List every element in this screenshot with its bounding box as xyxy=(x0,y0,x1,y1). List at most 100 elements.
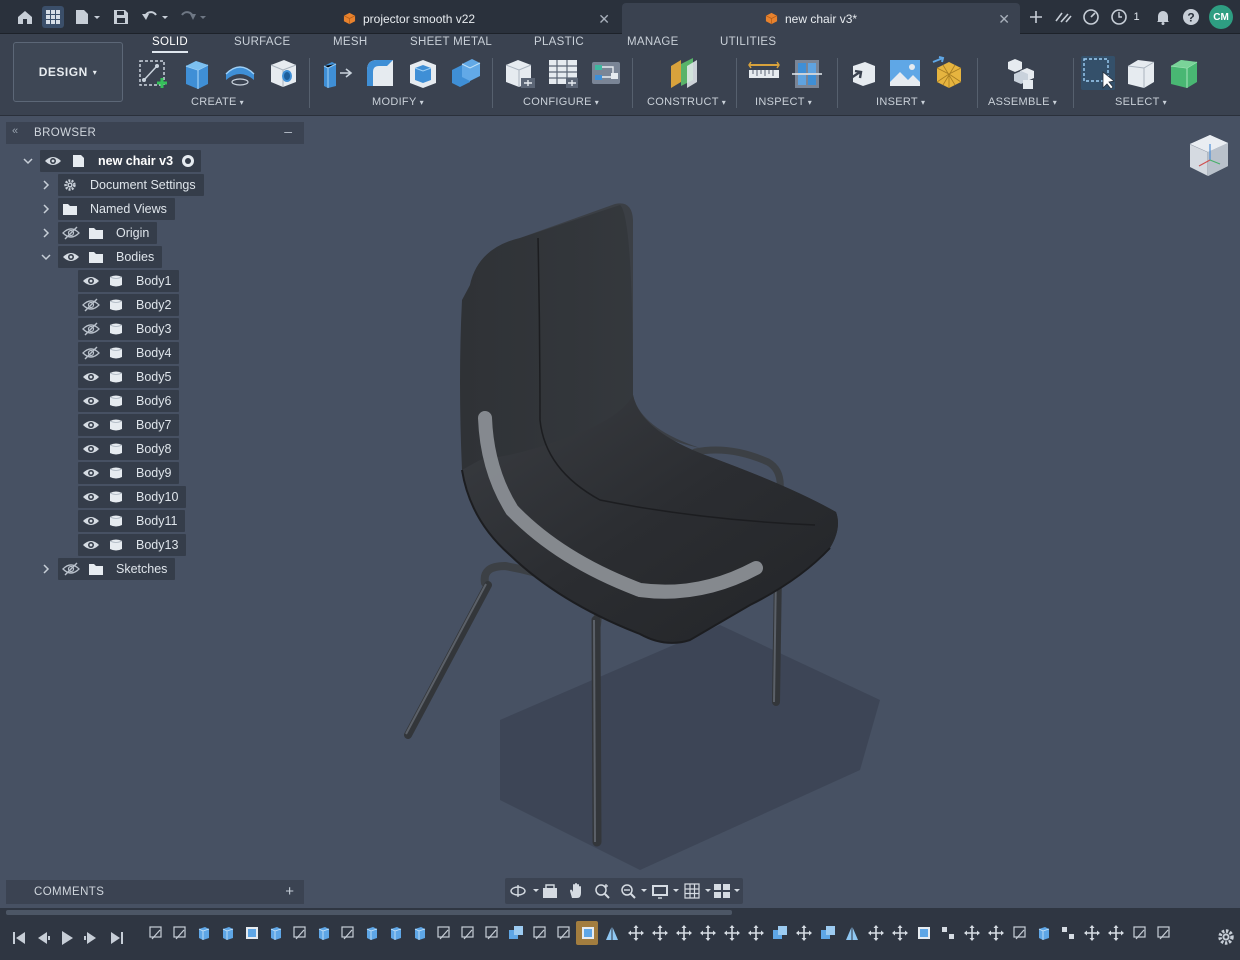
chevron-right-icon[interactable] xyxy=(40,227,52,239)
timeline-plane-icon[interactable] xyxy=(844,925,860,941)
document-settings-node[interactable]: Document Settings xyxy=(58,174,204,196)
home-icon[interactable] xyxy=(14,6,36,28)
tree-origin[interactable]: Origin xyxy=(38,222,238,244)
close-tab-icon[interactable]: ✕ xyxy=(598,11,610,28)
chevron-right-icon[interactable] xyxy=(40,203,52,215)
timeline-sketch-icon[interactable] xyxy=(292,925,308,941)
timeline-move-icon[interactable] xyxy=(988,925,1004,941)
body-node[interactable]: Body8 xyxy=(78,438,180,460)
timeline-sketch-icon[interactable] xyxy=(1012,925,1028,941)
tab-surface[interactable]: SURFACE xyxy=(234,36,290,53)
user-avatar[interactable]: CM xyxy=(1209,5,1233,29)
timeline-combine-icon[interactable] xyxy=(772,925,788,941)
timeline-extrude-icon[interactable] xyxy=(268,925,284,941)
sketches-node[interactable]: Sketches xyxy=(58,558,176,580)
minimize-panel-icon[interactable]: – xyxy=(284,123,292,139)
tree-named-views[interactable]: Named Views xyxy=(38,198,238,220)
eye-icon[interactable] xyxy=(62,250,80,264)
timeline-combine-icon[interactable] xyxy=(820,925,836,941)
theme-table-icon[interactable] xyxy=(589,56,623,90)
timeline-move-icon[interactable] xyxy=(628,925,644,941)
document-tab-projector[interactable]: projector smooth v22 ✕ xyxy=(330,3,620,34)
tree-document-settings[interactable]: Document Settings xyxy=(38,174,238,196)
timeline-body-icon[interactable] xyxy=(580,925,596,941)
eye-icon[interactable] xyxy=(82,490,100,504)
eye-hidden-icon[interactable] xyxy=(82,298,100,312)
go-to-start-icon[interactable] xyxy=(10,930,28,946)
step-back-icon[interactable] xyxy=(34,930,52,946)
insert-canvas-icon[interactable] xyxy=(888,56,922,90)
grid-snap-icon[interactable] xyxy=(683,882,713,900)
3d-viewport[interactable] xyxy=(310,118,1240,878)
tab-manage[interactable]: MANAGE xyxy=(627,36,679,53)
go-to-end-icon[interactable] xyxy=(108,930,126,946)
timeline-point-icon[interactable] xyxy=(940,925,956,941)
window-select-icon[interactable] xyxy=(1081,56,1115,90)
body-node[interactable]: Body11 xyxy=(78,510,186,532)
timeline-sketch-icon[interactable] xyxy=(148,925,164,941)
insert-derive-icon[interactable] xyxy=(845,56,879,90)
press-pull-icon[interactable] xyxy=(320,56,354,90)
save-icon[interactable] xyxy=(110,6,132,28)
body-node[interactable]: Body5 xyxy=(78,366,180,388)
extensions-icon[interactable] xyxy=(1052,6,1074,28)
eye-icon[interactable] xyxy=(44,154,62,168)
collapse-panel-icon[interactable]: « xyxy=(12,125,18,137)
redo-icon[interactable] xyxy=(178,6,210,28)
timeline-sketch-icon[interactable] xyxy=(484,925,500,941)
timeline-scrollbar[interactable] xyxy=(6,910,732,915)
new-component-icon[interactable] xyxy=(1005,56,1039,90)
select-body-priority-icon[interactable] xyxy=(1167,56,1201,90)
new-tab-plus-icon[interactable] xyxy=(1025,6,1047,28)
timeline-move-icon[interactable] xyxy=(652,925,668,941)
help-icon[interactable]: ? xyxy=(1180,6,1202,28)
data-panel-grid-icon[interactable] xyxy=(42,6,64,28)
group-configure[interactable]: CONFIGURE ▾ xyxy=(523,96,599,108)
body-node[interactable]: Body7 xyxy=(78,414,180,436)
chevron-right-icon[interactable] xyxy=(40,563,52,575)
document-tab-new-chair[interactable]: new chair v3* ✕ xyxy=(622,3,1020,34)
timeline-sketch-icon[interactable] xyxy=(1132,925,1148,941)
body-node[interactable]: Body2 xyxy=(78,294,180,316)
timeline-move-icon[interactable] xyxy=(868,925,884,941)
step-forward-icon[interactable] xyxy=(82,930,100,946)
body-node[interactable]: Body10 xyxy=(78,486,187,508)
eye-icon[interactable] xyxy=(82,514,100,528)
hole-icon[interactable] xyxy=(266,56,300,90)
root-node[interactable]: new chair v3 xyxy=(40,150,202,172)
orbit-icon[interactable] xyxy=(509,882,539,900)
timeline-point-icon[interactable] xyxy=(1060,925,1076,941)
timeline-sketch-icon[interactable] xyxy=(1156,925,1172,941)
eye-hidden-icon[interactable] xyxy=(62,562,80,576)
group-assemble[interactable]: ASSEMBLE ▾ xyxy=(988,96,1057,108)
named-views-node[interactable]: Named Views xyxy=(58,198,175,220)
timeline-sketch-icon[interactable] xyxy=(436,925,452,941)
timeline-move-icon[interactable] xyxy=(964,925,980,941)
timeline-combine-icon[interactable] xyxy=(508,925,524,941)
eye-icon[interactable] xyxy=(82,418,100,432)
timeline-body-icon[interactable] xyxy=(916,925,932,941)
eye-icon[interactable] xyxy=(82,370,100,384)
tab-plastic[interactable]: PLASTIC xyxy=(534,36,584,53)
body-node[interactable]: Body3 xyxy=(78,318,180,340)
timeline-extrude-icon[interactable] xyxy=(196,925,212,941)
timeline-extrude-icon[interactable] xyxy=(388,925,404,941)
timeline-move-icon[interactable] xyxy=(796,925,812,941)
eye-icon[interactable] xyxy=(82,394,100,408)
workspace-switcher[interactable]: DESIGN ▾ xyxy=(13,42,123,102)
close-tab-icon[interactable]: ✕ xyxy=(998,11,1010,28)
timeline-extrude-icon[interactable] xyxy=(316,925,332,941)
group-create[interactable]: CREATE ▾ xyxy=(191,96,244,108)
chevron-down-icon[interactable] xyxy=(40,251,52,263)
activate-radio-icon[interactable] xyxy=(181,154,195,168)
play-icon[interactable] xyxy=(58,930,76,946)
pan-hand-icon[interactable] xyxy=(567,882,585,900)
bodies-node[interactable]: Bodies xyxy=(58,246,163,268)
timeline-move-icon[interactable] xyxy=(700,925,716,941)
view-cube[interactable] xyxy=(1186,130,1232,180)
extrude-icon[interactable] xyxy=(180,56,214,90)
zoom-icon[interactable] xyxy=(593,882,611,900)
eye-hidden-icon[interactable] xyxy=(82,322,100,336)
tree-root[interactable]: new chair v3 xyxy=(20,150,220,172)
eye-icon[interactable] xyxy=(82,538,100,552)
